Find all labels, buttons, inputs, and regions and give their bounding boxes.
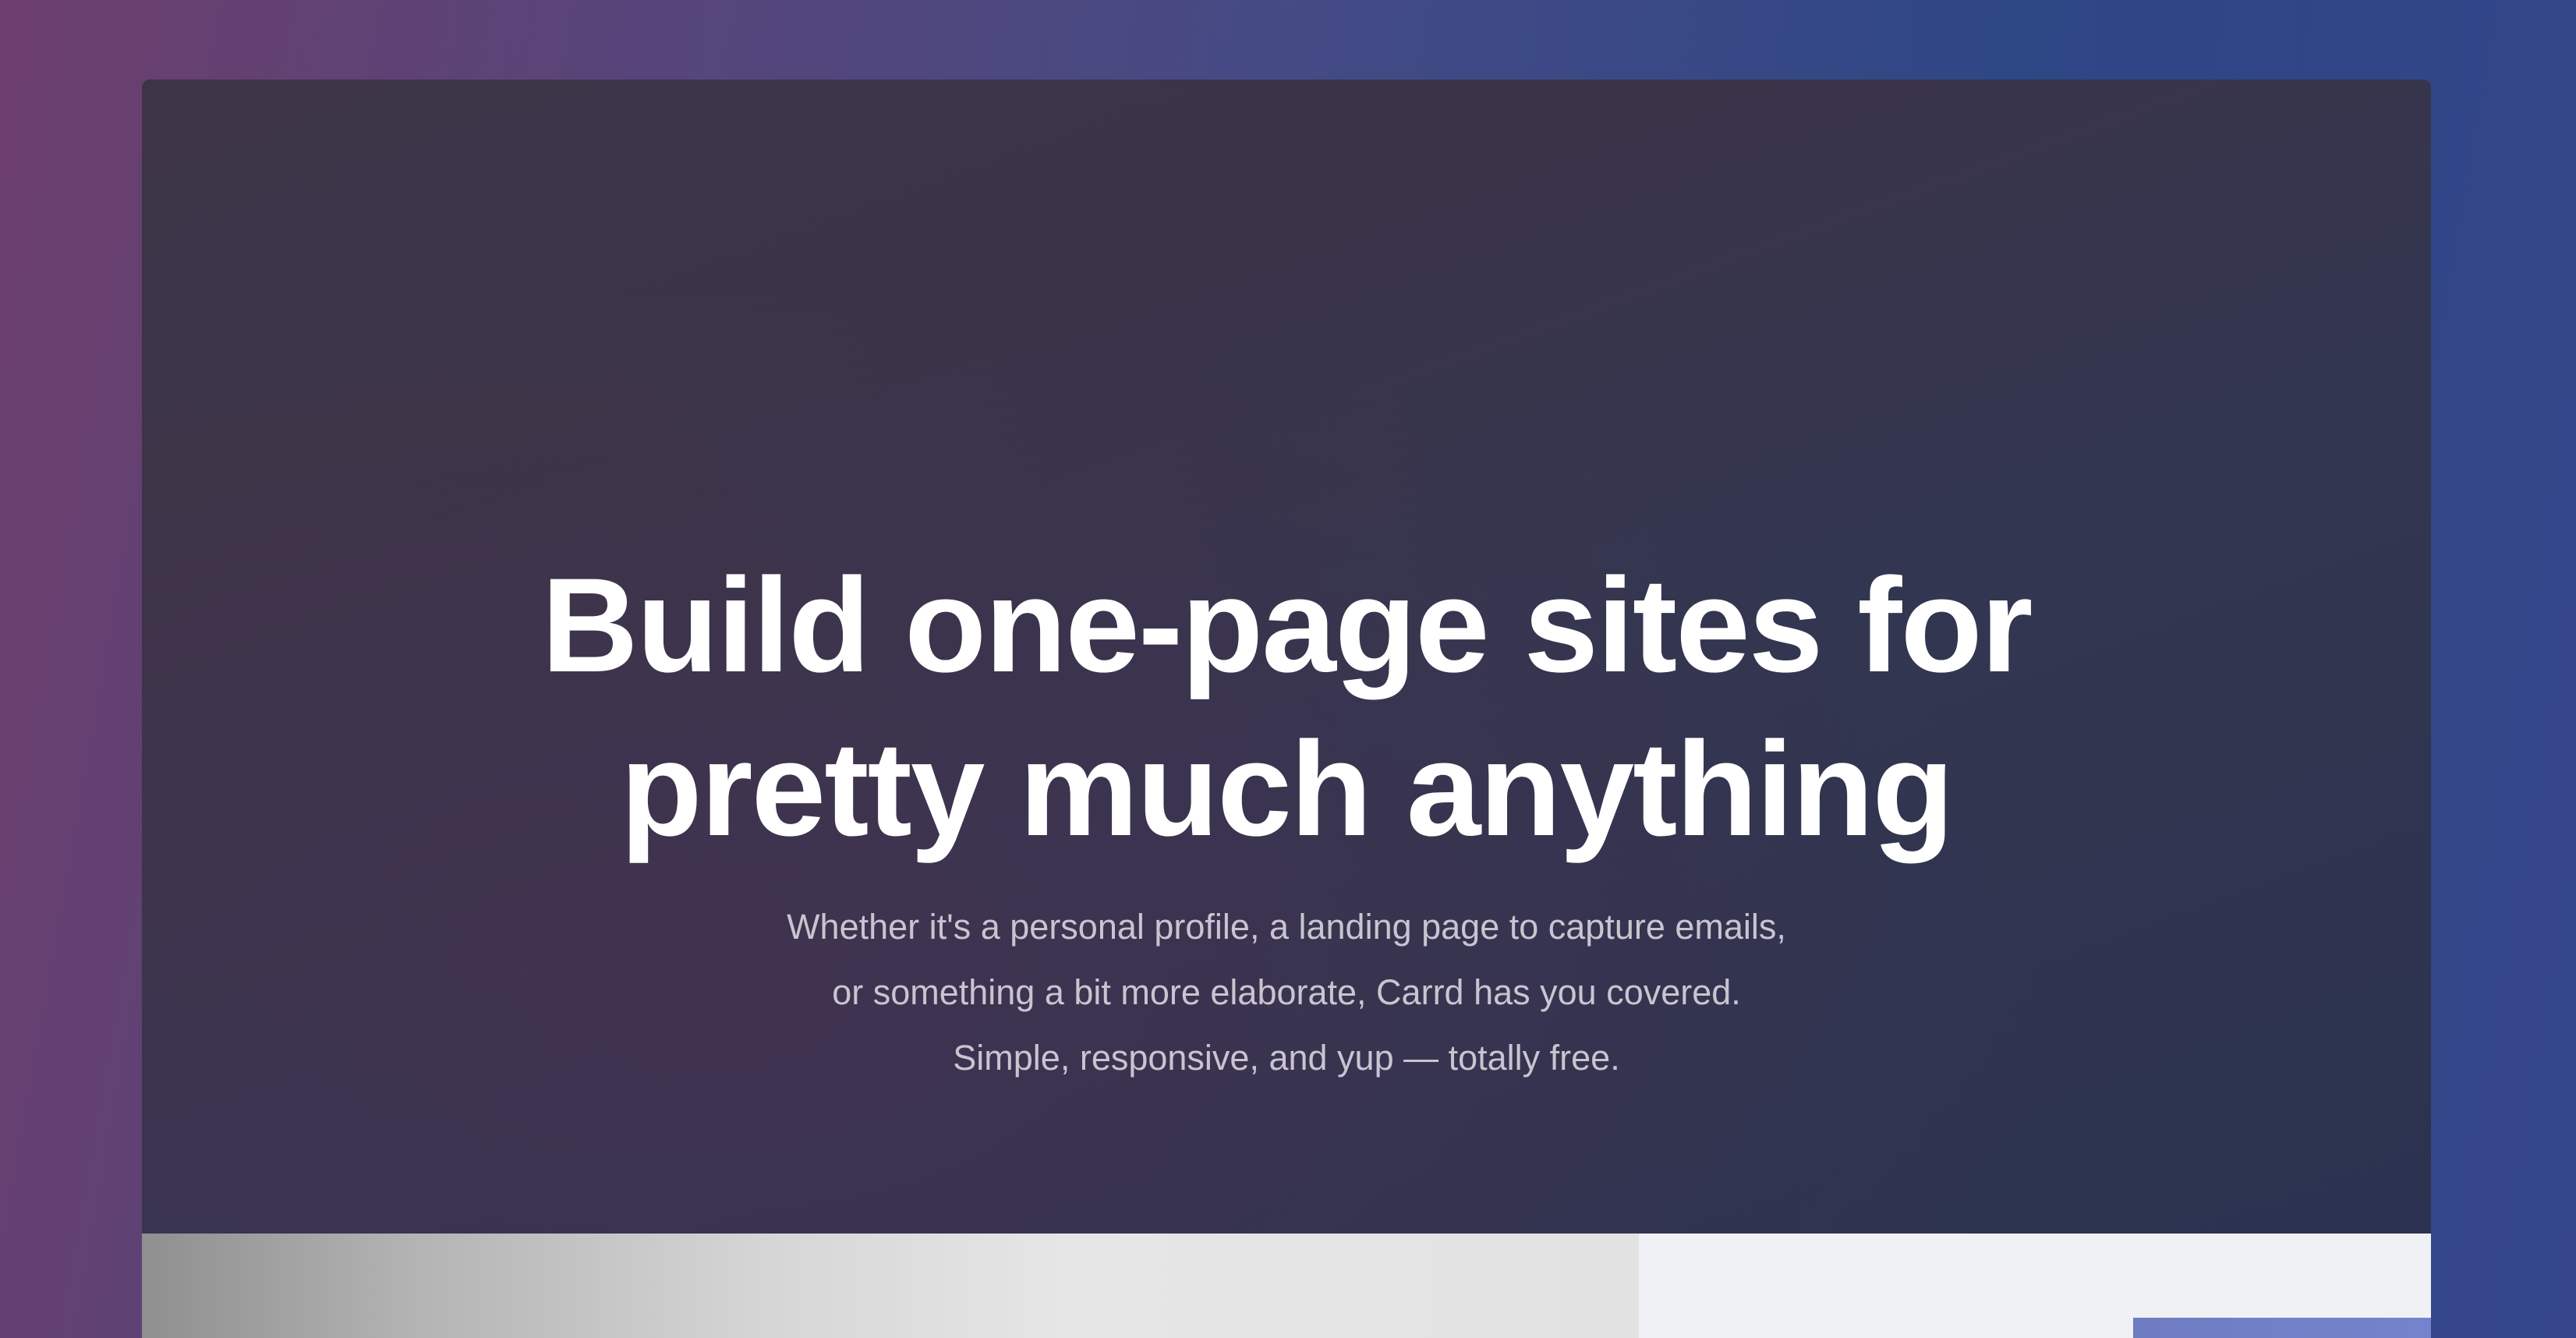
hero-title-line: Build one-page sites for	[541, 550, 2033, 701]
site-preview-strip	[142, 1234, 2431, 1338]
hero-subtitle-line: Whether it's a personal profile, a landi…	[787, 907, 1786, 947]
hero-section: Build one-page sites for pretty much any…	[142, 80, 2431, 1234]
preview-accent-block	[2133, 1318, 2431, 1338]
hero-title: Build one-page sites for pretty much any…	[142, 543, 2431, 871]
page-background: { "hero": { "title_line_1": "Build one-p…	[0, 0, 2576, 1338]
hero-title-line: pretty much anything	[620, 714, 1955, 865]
hero-subtitle-line: Simple, responsive, and yup — totally fr…	[953, 1038, 1620, 1078]
hero-subtitle-line: or something a bit more elaborate, Carrd…	[832, 972, 1741, 1012]
hero-subtitle: Whether it's a personal profile, a landi…	[142, 894, 2431, 1091]
preview-image-left	[142, 1234, 1639, 1338]
